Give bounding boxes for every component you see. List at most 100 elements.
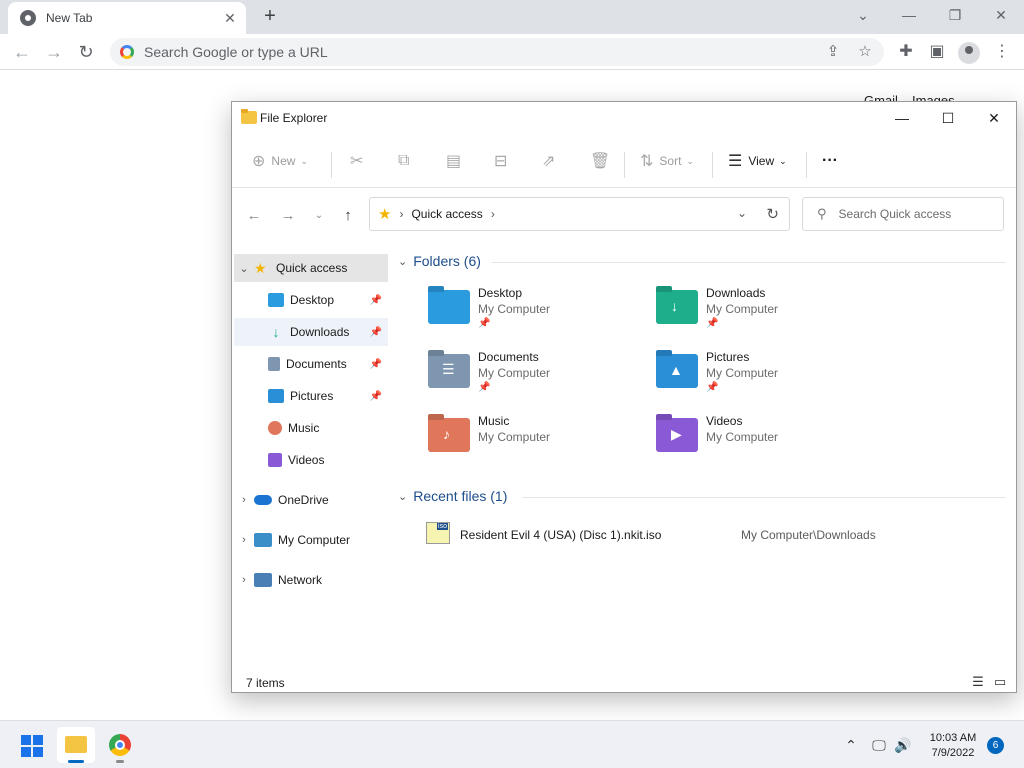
expand-icon[interactable]: ›: [234, 574, 254, 586]
taskbar-clock[interactable]: 10:03 AM 7/9/2022: [922, 731, 984, 761]
address-bar[interactable]: ★ › Quick access › ⌄ ↻: [369, 197, 790, 231]
address-dropdown-icon[interactable]: ⌄: [737, 206, 747, 220]
view-button[interactable]: ☰ View ⌄: [728, 148, 787, 174]
chrome-tab-new-tab[interactable]: New Tab ✕: [8, 2, 246, 34]
nav-label: Pictures: [290, 389, 334, 403]
plus-circle-icon: ⊕: [252, 153, 266, 170]
chrome-toolbar: ← → ↻ Search Google or type a URL ⇪ ☆ ✚ …: [0, 34, 1024, 70]
group-divider: [522, 497, 1006, 498]
folder-tile-music[interactable]: ♪ Music My Computer: [428, 414, 648, 470]
omnibox[interactable]: Search Google or type a URL ⇪ ☆: [110, 38, 884, 66]
nav-item-videos[interactable]: Videos: [234, 446, 388, 474]
explorer-maximize-icon[interactable]: ☐: [926, 106, 970, 130]
chevron-right-icon[interactable]: ›: [491, 207, 495, 221]
more-options-button[interactable]: ···: [822, 148, 838, 174]
windows-start-icon[interactable]: [21, 735, 43, 757]
share-icon[interactable]: ⇪: [824, 43, 842, 61]
folder-icon: [65, 736, 87, 753]
share-button[interactable]: ⇗: [542, 148, 561, 174]
cut-button[interactable]: ✂: [350, 148, 369, 174]
nav-item-music[interactable]: Music: [234, 414, 388, 442]
details-view-icon[interactable]: ☰: [970, 674, 986, 690]
pin-icon: 📌: [369, 358, 382, 370]
sort-button[interactable]: ⇅ Sort ⌄: [640, 148, 694, 174]
refresh-icon[interactable]: ↻: [766, 205, 779, 223]
restore-icon[interactable]: ❐: [940, 4, 970, 26]
delete-button[interactable]: 🗑: [590, 148, 616, 174]
recent-file-row[interactable]: Resident Evil 4 (USA) (Disc 1).nkit.iso …: [426, 520, 1006, 548]
iso-file-icon: [426, 522, 450, 544]
star-icon: ★: [378, 206, 392, 223]
active-indicator: [68, 760, 84, 763]
side-panel-icon[interactable]: ▣: [927, 42, 947, 62]
nav-item-onedrive[interactable]: › OneDrive: [234, 486, 388, 514]
folder-tile-pictures[interactable]: ▲ Pictures My Computer 📌: [656, 350, 876, 406]
search-box[interactable]: ⚲ Search Quick access: [802, 197, 1004, 231]
recent-files-group-header[interactable]: ⌄ Recent files (1): [398, 488, 507, 504]
tiles-view-icon[interactable]: ▭: [992, 674, 1008, 690]
taskbar-chrome[interactable]: [101, 727, 139, 763]
nav-item-desktop[interactable]: Desktop 📌: [234, 286, 388, 314]
breadcrumb-quick-access[interactable]: Quick access: [411, 207, 482, 221]
nav-item-pictures[interactable]: Pictures 📌: [234, 382, 388, 410]
up-arrow-icon[interactable]: ↑: [338, 206, 358, 226]
folder-tile-documents[interactable]: ☰ Documents My Computer 📌: [428, 350, 648, 406]
clock-time: 10:03 AM: [929, 732, 977, 744]
folder-name: Documents: [478, 350, 539, 364]
explorer-minimize-icon[interactable]: —: [880, 106, 924, 130]
nav-item-downloads[interactable]: ↓ Downloads 📌: [234, 318, 388, 346]
copy-icon: ⧉: [398, 152, 410, 169]
profile-avatar-icon[interactable]: [958, 42, 980, 64]
recent-locations-icon[interactable]: ⌄: [309, 206, 329, 226]
sort-label: Sort: [659, 154, 682, 168]
search-placeholder: Search Quick access: [838, 207, 952, 221]
file-explorer-window: File Explorer — ☐ ✕ ⊕ New ⌄ ✂ ⧉ ▤ ⊟ ⇗ 🗑 …: [231, 101, 1017, 693]
folder-tile-desktop[interactable]: Desktop My Computer 📌: [428, 286, 648, 342]
nav-item-quick-access[interactable]: ⌄ ★ Quick access: [234, 254, 388, 282]
folders-header-label: Folders (6): [413, 253, 481, 269]
expand-icon[interactable]: ›: [234, 494, 254, 506]
notification-badge[interactable]: 6: [987, 737, 1004, 754]
pin-icon: 📌: [478, 382, 491, 393]
computer-icon: [254, 533, 272, 547]
document-icon: [268, 357, 280, 371]
explorer-app-icon: [241, 109, 257, 124]
show-hidden-icons-icon[interactable]: ⌃: [842, 736, 860, 754]
pictures-icon: [268, 389, 284, 403]
volume-icon[interactable]: 🔊: [894, 736, 912, 754]
taskbar-file-explorer[interactable]: [57, 727, 95, 763]
back-icon[interactable]: ←: [10, 40, 34, 64]
copy-button[interactable]: ⧉: [398, 148, 415, 174]
nav-item-network[interactable]: › Network: [234, 566, 388, 594]
new-tab-button[interactable]: +: [258, 6, 282, 28]
paste-button[interactable]: ▤: [446, 148, 467, 174]
expand-icon[interactable]: ›: [234, 534, 254, 546]
network-icon[interactable]: 🖵: [870, 736, 888, 754]
reload-icon[interactable]: ↻: [74, 40, 98, 64]
back-icon[interactable]: ←: [244, 206, 264, 226]
nav-item-documents[interactable]: Documents 📌: [234, 350, 388, 378]
tab-search-icon[interactable]: ⌄: [848, 4, 878, 26]
recent-file-name: Resident Evil 4 (USA) (Disc 1).nkit.iso: [460, 528, 662, 542]
folders-group-header[interactable]: ⌄ Folders (6): [398, 253, 481, 269]
forward-icon[interactable]: →: [42, 40, 66, 64]
close-window-icon[interactable]: ✕: [986, 4, 1016, 26]
cloud-icon: [254, 495, 272, 505]
bookmark-star-icon[interactable]: ☆: [856, 43, 874, 61]
chrome-menu-icon[interactable]: ⋮: [992, 42, 1012, 62]
forward-icon[interactable]: →: [278, 206, 298, 226]
clock-date: 7/9/2022: [931, 747, 975, 759]
folder-tile-downloads[interactable]: ↓ Downloads My Computer 📌: [656, 286, 876, 342]
music-folder-icon: ♪: [428, 418, 470, 452]
explorer-close-icon[interactable]: ✕: [972, 106, 1016, 130]
expand-icon[interactable]: ⌄: [234, 262, 254, 275]
nav-item-my-computer[interactable]: › My Computer: [234, 526, 388, 554]
pin-icon: 📌: [706, 382, 719, 393]
rename-button[interactable]: ⊟: [494, 148, 513, 174]
tab-close-icon[interactable]: ✕: [222, 10, 238, 26]
new-button[interactable]: ⊕ New ⌄: [252, 148, 308, 174]
extensions-icon[interactable]: ✚: [896, 42, 916, 62]
folder-name: Downloads: [706, 286, 766, 300]
folder-tile-videos[interactable]: ▶ Videos My Computer: [656, 414, 876, 470]
minimize-icon[interactable]: —: [894, 4, 924, 26]
